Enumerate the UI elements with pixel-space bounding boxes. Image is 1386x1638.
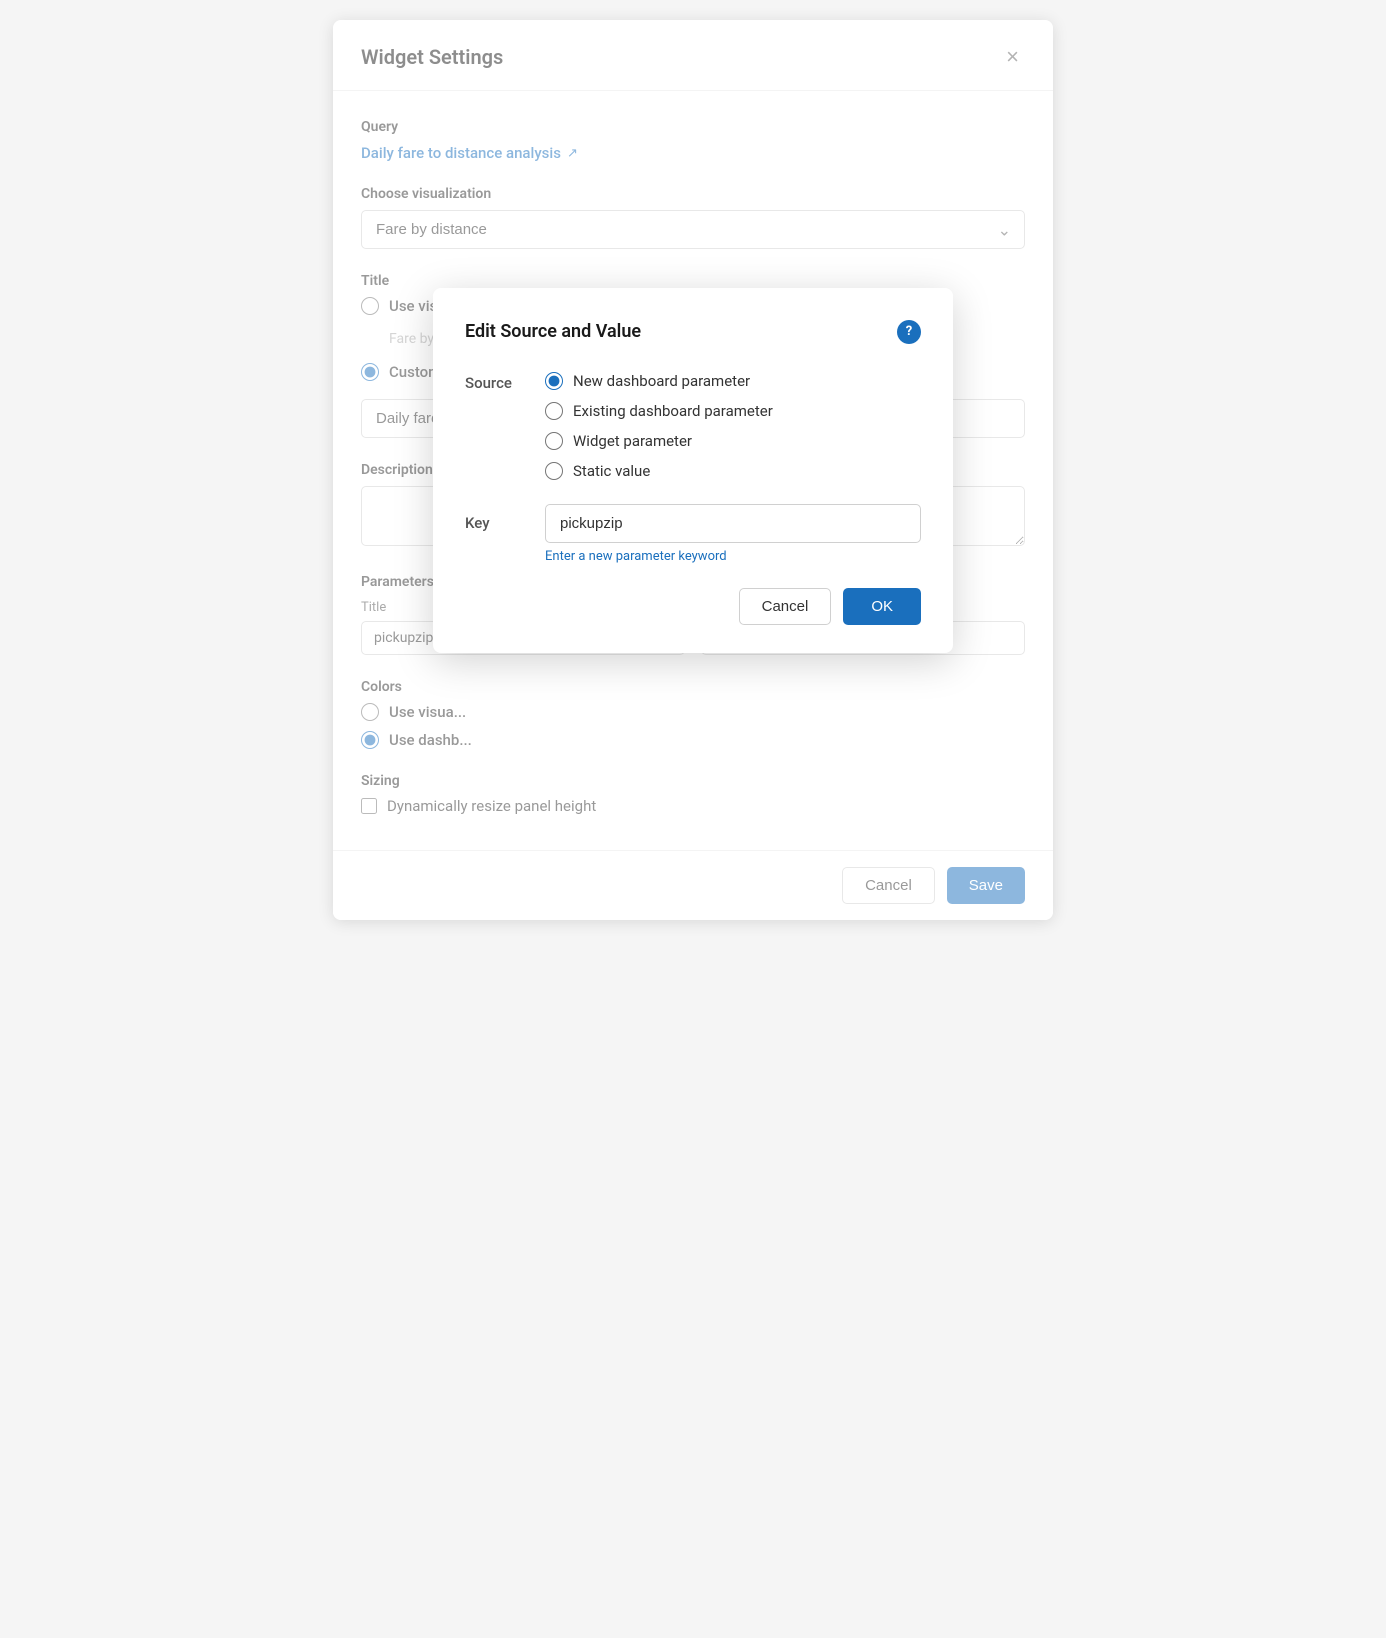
source-option-static-value[interactable]: Static value — [545, 462, 773, 480]
source-radio-widget-parameter[interactable] — [545, 432, 563, 450]
source-label-new-dashboard: New dashboard parameter — [573, 372, 750, 390]
modal-source-label: Source — [465, 372, 521, 392]
help-icon[interactable]: ? — [897, 320, 921, 344]
source-radio-static-value[interactable] — [545, 462, 563, 480]
source-radio-existing-dashboard[interactable] — [545, 402, 563, 420]
modal-cancel-button[interactable]: Cancel — [739, 588, 832, 625]
modal-ok-button[interactable]: OK — [843, 588, 921, 625]
source-label-static-value: Static value — [573, 462, 650, 480]
source-label-existing-dashboard: Existing dashboard parameter — [573, 402, 773, 420]
source-radio-new-dashboard[interactable] — [545, 372, 563, 390]
modal-overlay: Edit Source and Value ? Source New dashb… — [333, 20, 1053, 920]
modal-header: Edit Source and Value ? — [465, 320, 921, 344]
modal-dialog: Edit Source and Value ? Source New dashb… — [433, 288, 953, 653]
source-option-new-dashboard[interactable]: New dashboard parameter — [545, 372, 773, 390]
modal-key-input[interactable] — [545, 504, 921, 543]
source-option-existing-dashboard[interactable]: Existing dashboard parameter — [545, 402, 773, 420]
modal-key-input-wrap: Enter a new parameter keyword — [545, 504, 921, 564]
modal-key-label: Key — [465, 504, 521, 532]
modal-footer: Cancel OK — [465, 588, 921, 625]
source-option-widget-parameter[interactable]: Widget parameter — [545, 432, 773, 450]
modal-source-row: Source New dashboard parameter Existing … — [465, 372, 921, 480]
widget-settings-panel: Widget Settings × Query Daily fare to di… — [333, 20, 1053, 920]
modal-key-hint: Enter a new parameter keyword — [545, 549, 921, 564]
modal-title: Edit Source and Value — [465, 321, 641, 342]
modal-source-radio-group: New dashboard parameter Existing dashboa… — [545, 372, 773, 480]
modal-key-row: Key Enter a new parameter keyword — [465, 504, 921, 564]
source-label-widget-parameter: Widget parameter — [573, 432, 692, 450]
